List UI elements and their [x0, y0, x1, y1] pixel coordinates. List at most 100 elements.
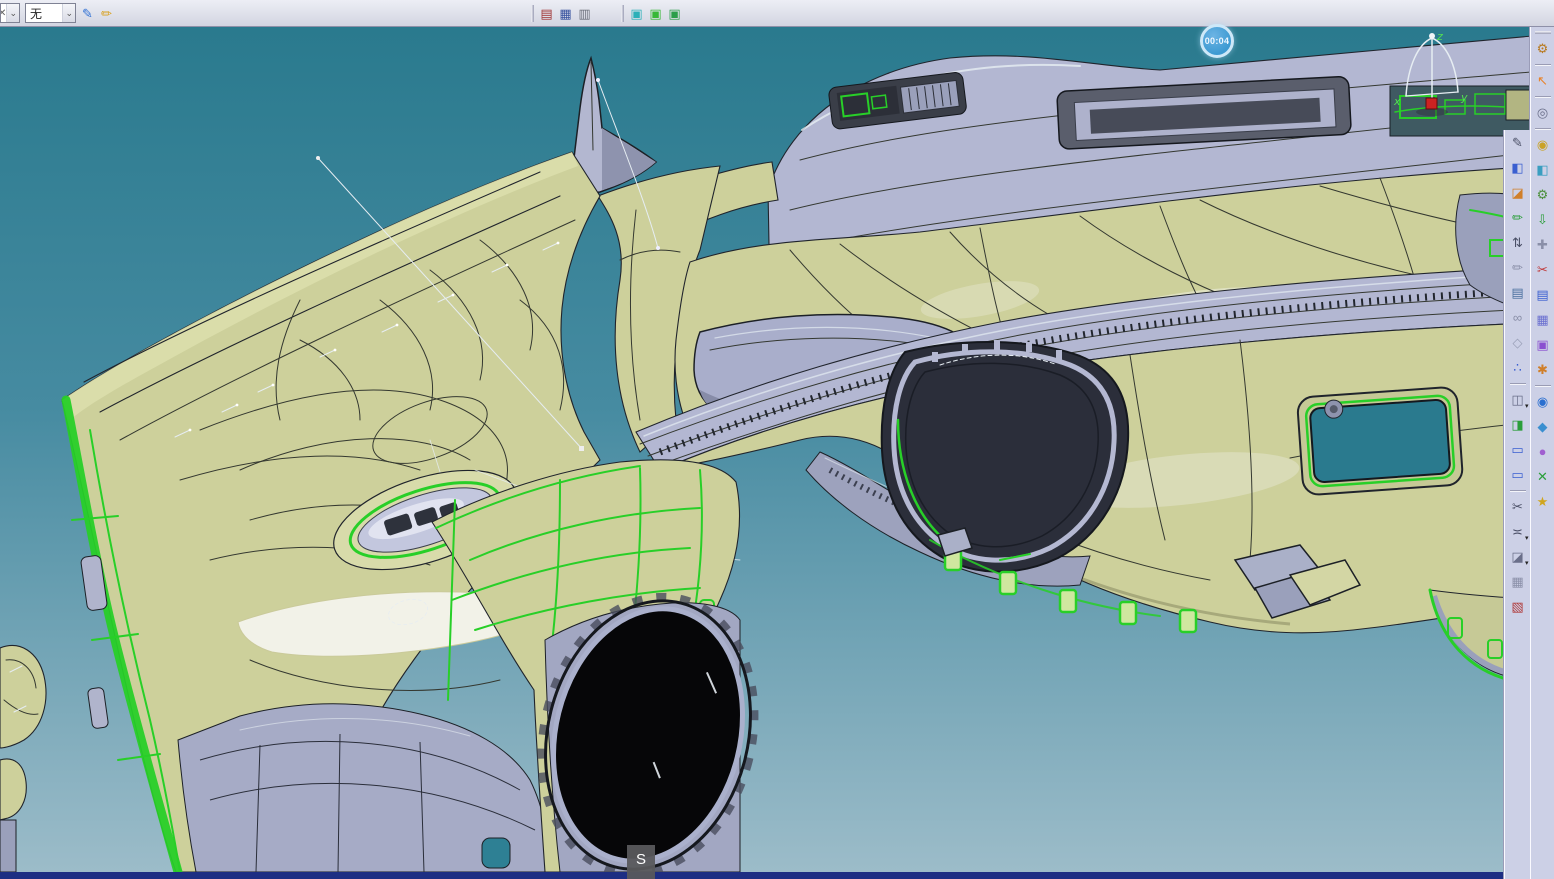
pencil-edit-glyph: ✏: [1512, 260, 1523, 276]
top-toolbar: ✕ ⌄ 无 ⌄ ✎✏ ▤▦▥ ▣▣▣: [0, 0, 1554, 27]
doc-b2-icon[interactable]: ▭: [1508, 464, 1528, 485]
print-tool-icon[interactable]: ▧: [1508, 596, 1528, 617]
doc-b1-icon[interactable]: ▭: [1508, 439, 1528, 460]
painter-pick-glyph: ✏: [101, 6, 112, 22]
expand-caret-icon[interactable]: ▾: [1525, 535, 1529, 542]
molecule-glyph: ∴: [1513, 360, 1521, 376]
trim-cut-icon[interactable]: ✂: [1533, 259, 1553, 280]
vehicle-tool-icon[interactable]: ◆: [1533, 416, 1553, 437]
trim-cut-glyph: ✂: [1537, 262, 1548, 278]
select-arrow-icon[interactable]: ↖: [1533, 70, 1553, 91]
mask-brush-icon[interactable]: ◨: [1508, 414, 1528, 435]
point-symbol-combo[interactable]: ✕ ⌄: [0, 3, 20, 23]
link-chain-icon[interactable]: ∞: [1508, 307, 1528, 328]
bottom-edge-bar: [0, 872, 1504, 879]
anchor-frame-icon[interactable]: ⇅: [1508, 232, 1528, 253]
paint-fill-glyph: ◪: [1511, 185, 1523, 201]
graphic-properties-toolbar: ✎✏: [78, 2, 116, 25]
link-chain-glyph: ∞: [1513, 310, 1522, 325]
section-plane-glyph: ◪: [1511, 549, 1523, 565]
timer-value: 00:04: [1205, 36, 1230, 46]
window-overlay-icon[interactable]: ▣: [1533, 334, 1553, 355]
compass-x-label: x: [1393, 95, 1401, 108]
subtitle-badge: S: [627, 845, 655, 879]
ruler-measure-icon[interactable]: ≍▾: [1508, 521, 1528, 542]
toolbar-separator: [1535, 64, 1551, 65]
favorite-tool-icon[interactable]: ★: [1533, 491, 1553, 512]
toolbar-handle[interactable]: [1535, 31, 1551, 34]
view-box-icon[interactable]: ◫▾: [1508, 389, 1528, 410]
chevron-down-icon[interactable]: ⌄: [6, 4, 19, 22]
import-data-icon[interactable]: ⇩: [1533, 209, 1553, 230]
sphere-tool-glyph: ◉: [1537, 137, 1548, 153]
layer-combo[interactable]: 无 ⌄: [25, 3, 76, 23]
data-extract-glyph: ▣: [630, 6, 642, 22]
painter-pick-icon[interactable]: ✏: [97, 3, 116, 24]
exchange-arrows-glyph: ✕: [1537, 469, 1548, 485]
exchange-arrows-icon[interactable]: ✕: [1533, 466, 1553, 487]
brush-green-glyph: ✏: [1512, 210, 1523, 226]
window-stack-icon[interactable]: ▦: [1533, 309, 1553, 330]
viewport-3d[interactable]: z y x: [0, 27, 1554, 872]
color-cube-icon[interactable]: ◧: [1508, 157, 1528, 178]
recording-timer: 00:04: [1200, 24, 1234, 58]
expand-caret-icon[interactable]: ▾: [1525, 560, 1529, 567]
pencil-edit-icon[interactable]: ✏: [1508, 257, 1528, 278]
window-overlay-glyph: ▣: [1536, 337, 1548, 353]
expand-caret-icon[interactable]: ▾: [1525, 403, 1529, 410]
favorite-tool-glyph: ★: [1537, 494, 1549, 510]
sphere-tool-icon[interactable]: ◉: [1533, 134, 1553, 155]
measure-pen-icon[interactable]: ✎: [1508, 132, 1528, 153]
cad-scene: z y x: [0, 27, 1554, 872]
glove-opening[interactable]: [1297, 387, 1463, 496]
diamond-point-icon[interactable]: ◇: [1508, 332, 1528, 353]
catalog-editor-icon[interactable]: ▦: [556, 3, 575, 24]
mask-brush-glyph: ◨: [1511, 417, 1523, 433]
fly-mode-icon[interactable]: ◎: [1533, 102, 1553, 123]
notebook-glyph: ▤: [1511, 285, 1523, 301]
data-extract-icon[interactable]: ▣: [627, 3, 646, 24]
vehicle-tool-glyph: ◆: [1538, 419, 1548, 435]
settings-gears-glyph: ⚙: [1537, 41, 1549, 57]
search-view-icon[interactable]: ◉: [1533, 391, 1553, 412]
anchor-frame-glyph: ⇅: [1512, 235, 1523, 251]
catalog-editor-glyph: ▦: [559, 6, 571, 22]
molecule-icon[interactable]: ∴: [1508, 357, 1528, 378]
sculpt-tool-icon[interactable]: ●: [1533, 441, 1553, 462]
gear-doc-icon[interactable]: ⚙: [1533, 184, 1553, 205]
data-table-icon[interactable]: ▥: [575, 3, 594, 24]
color-wheel-icon[interactable]: ✱: [1533, 359, 1553, 380]
view-box-glyph: ◫: [1511, 392, 1523, 408]
doc-sphere-icon[interactable]: ◧: [1533, 159, 1553, 180]
diamond-point-glyph: ◇: [1513, 335, 1523, 351]
catalog-browser-glyph: ▤: [540, 6, 552, 22]
toolbar-handle[interactable]: [621, 5, 624, 22]
compass-y-label: y: [1460, 91, 1468, 104]
right-toolbar-outer: ⚙ ↖ ◎ ◉ ◧ ⚙ ⇩ ✚ ✂ ▤ ▦ ▣ ✱ ◉ ◆ ● ✕ ★: [1530, 27, 1554, 879]
data-update-icon[interactable]: ▣: [646, 3, 665, 24]
door-cutout: [482, 838, 510, 868]
wrench-tool-icon[interactable]: ✚: [1533, 234, 1553, 255]
hatch-grid-icon[interactable]: ▦: [1508, 571, 1528, 592]
settings-gears-icon[interactable]: ⚙: [1533, 38, 1553, 59]
toolbar-handle[interactable]: [531, 5, 534, 22]
database-icon[interactable]: ▤: [1533, 284, 1553, 305]
data-update-glyph: ▣: [649, 6, 661, 22]
paint-fill-icon[interactable]: ◪: [1508, 182, 1528, 203]
catalog-browser-icon[interactable]: ▤: [537, 3, 556, 24]
subtitle-text: S: [636, 851, 646, 868]
notebook-icon[interactable]: ▤: [1508, 282, 1528, 303]
layer-combo-value: 无: [30, 5, 42, 22]
scissors-x-icon[interactable]: ✂: [1508, 496, 1528, 517]
toolbar-separator: [1535, 128, 1551, 129]
section-plane-icon[interactable]: ◪▾: [1508, 546, 1528, 567]
color-cube-glyph: ◧: [1511, 160, 1523, 176]
scissors-x-glyph: ✂: [1512, 499, 1523, 515]
sculpt-tool-glyph: ●: [1539, 444, 1547, 459]
gear-doc-glyph: ⚙: [1537, 187, 1549, 203]
data-publish-icon[interactable]: ▣: [665, 3, 684, 24]
brush-green-icon[interactable]: ✏: [1508, 207, 1528, 228]
graphic-properties-brush-icon[interactable]: ✎: [78, 3, 97, 24]
chevron-down-icon[interactable]: ⌄: [62, 4, 75, 22]
right-toolbar-inner: ✎◧◪✏⇅✏▤∞◇∴◫▾◨▭▭✂≍▾◪▾▦▧: [1504, 130, 1530, 879]
